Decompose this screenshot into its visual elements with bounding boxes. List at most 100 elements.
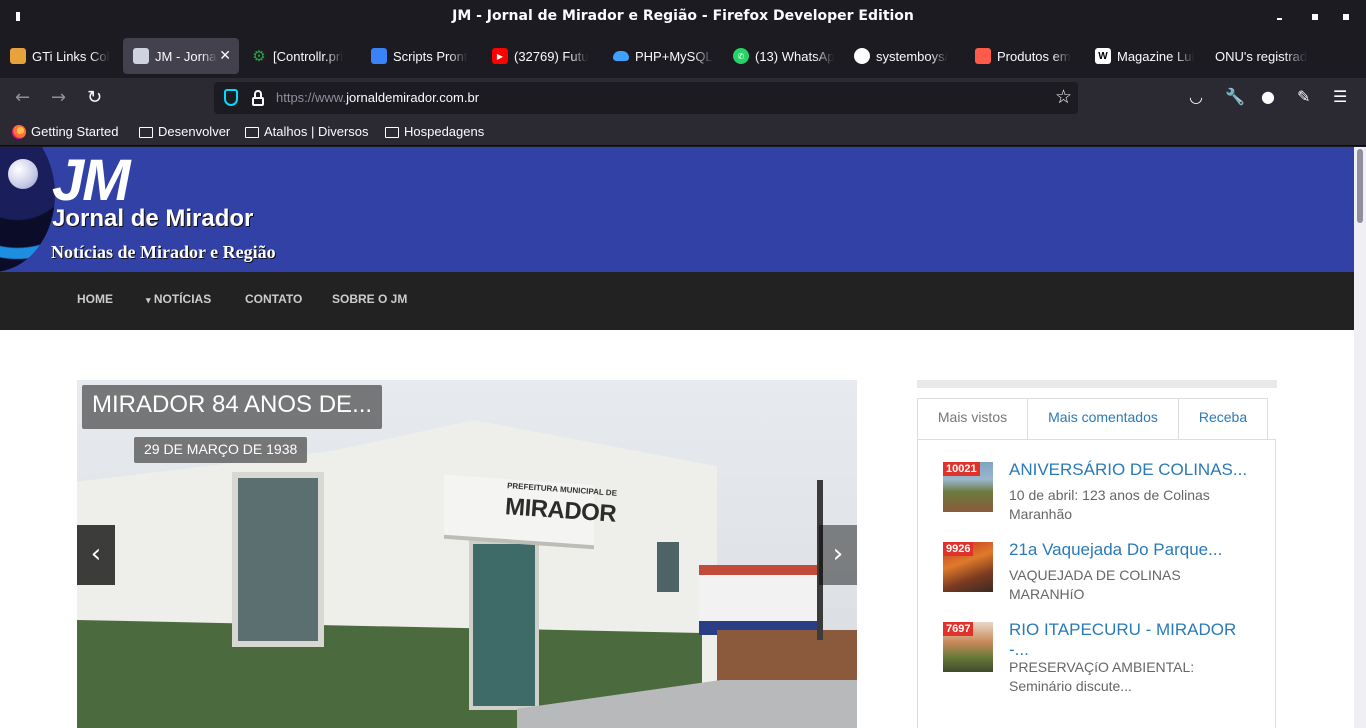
reload-button[interactable]: ↻ — [87, 88, 102, 108]
web-page: JM Jornal de Mirador Notícias de Mirador… — [0, 147, 1366, 728]
minimize-button[interactable] — [1273, 10, 1287, 24]
window-title: JM - Jornal de Mirador e Região - Firefo… — [452, 8, 914, 24]
forward-button[interactable]: → — [51, 88, 66, 108]
nav-contato[interactable]: CONTATO — [245, 292, 302, 306]
post-title-link[interactable]: RIO ITAPECURU - MIRADOR -... — [1009, 620, 1259, 660]
post-excerpt: PRESERVAÇíO AMBIENTAL: Seminário discute… — [1009, 659, 1195, 694]
slide-door — [469, 540, 539, 710]
maximize-button[interactable] — [1308, 10, 1322, 24]
folder-icon — [139, 127, 153, 138]
tab-jm-jornal[interactable]: JM - Jornal ✕ — [123, 38, 239, 74]
tab-mais-vistos[interactable]: Mais vistos — [917, 398, 1028, 440]
list-item[interactable]: 10021 ANIVERSÁRIO DE COLINAS... 10 de ab… — [943, 460, 1263, 532]
bookmark-label: Hospedagens — [404, 124, 485, 139]
sidebar-widget: Mais vistos Mais comentados Receba 10021… — [917, 380, 1277, 728]
slide-date: 29 DE MARÇO DE 1938 — [134, 437, 308, 463]
tracking-protection-shield-icon[interactable] — [224, 89, 238, 106]
tab-magazine[interactable]: W Magazine Lui — [1085, 38, 1202, 74]
bookmark-folder-hospedagens[interactable]: Hospedagens — [385, 124, 484, 139]
tab-bar: GTi Links Col JM - Jornal ✕ ⚙ [Controllr… — [0, 34, 1366, 100]
dropper-icon[interactable]: ✎ — [1297, 87, 1310, 106]
tab-produtos[interactable]: Produtos em — [965, 38, 1082, 74]
tab-mais-comentados[interactable]: Mais comentados — [1027, 398, 1179, 440]
view-count-badge: 9926 — [943, 542, 974, 556]
firefox-icon — [12, 124, 26, 139]
post-thumbnail[interactable]: 10021 — [943, 462, 993, 512]
github-icon — [854, 48, 870, 64]
post-thumbnail[interactable]: 7697 — [943, 622, 993, 672]
folder-icon — [385, 127, 399, 138]
tab-youtube[interactable]: ▶ (32769) Futu — [482, 38, 599, 74]
lock-icon[interactable] — [252, 90, 264, 106]
view-count-badge: 10021 — [943, 462, 980, 476]
list-item[interactable]: 9926 21a Vaquejada Do Parque... VAQUEJAD… — [943, 540, 1263, 612]
maximize-icon — [1312, 14, 1318, 20]
tab-controllr[interactable]: ⚙ [Controllr.pri — [241, 38, 358, 74]
bookmarks-toolbar: Getting Started Desenvolver Atalhos | Di… — [0, 118, 1366, 146]
logo-ball — [8, 159, 38, 189]
tab-label: [Controllr.pri — [273, 48, 344, 64]
post-title-link[interactable]: 21a Vaquejada Do Parque... — [1009, 540, 1259, 560]
cloud-icon — [613, 51, 629, 61]
folder-icon — [245, 127, 259, 138]
tab-label: (13) WhatsAp — [755, 48, 835, 64]
store-icon — [975, 48, 991, 64]
extension-icon[interactable]: ● — [1261, 87, 1275, 106]
wrench-icon[interactable]: 🔧 — [1225, 87, 1245, 106]
navigation-toolbar: ← → ↻ https://www.jornaldemirador.com.br… — [0, 78, 1366, 118]
slide-window — [232, 472, 324, 647]
gti-icon — [10, 48, 26, 64]
nav-noticias[interactable]: ▾ NOTÍCIAS — [146, 292, 211, 306]
bookmark-star-icon[interactable]: ☆ — [1055, 86, 1072, 108]
nav-sobre[interactable]: SOBRE O JM — [332, 292, 407, 306]
logo-name[interactable]: Jornal de Mirador — [52, 205, 253, 233]
dropdown-caret-icon: ▾ — [146, 295, 151, 305]
wikipedia-icon: W — [1095, 48, 1111, 64]
tab-github[interactable]: systemboys/ — [844, 38, 961, 74]
minimize-icon — [1277, 18, 1282, 20]
close-window-button[interactable] — [1339, 10, 1353, 24]
back-button[interactable]: ← — [15, 88, 30, 108]
tab-label: systemboys/ — [876, 48, 949, 64]
page-scrollbar[interactable] — [1354, 147, 1366, 728]
sidebar-tabs: Mais vistos Mais comentados Receba — [917, 398, 1268, 440]
tab-label: ONU's registrad — [1215, 48, 1308, 64]
jm-favicon-icon — [133, 48, 149, 64]
close-tab-icon[interactable]: ✕ — [219, 47, 231, 64]
window-titlebar: JM - Jornal de Mirador e Região - Firefo… — [0, 0, 1366, 34]
site-header: JM Jornal de Mirador Notícias de Mirador… — [0, 147, 1354, 272]
logo-tagline: Notícias de Mirador e Região — [51, 242, 276, 262]
list-item[interactable]: 7697 RIO ITAPECURU - MIRADOR -... PRESER… — [943, 620, 1263, 694]
nav-home[interactable]: HOME — [77, 292, 113, 306]
featured-slider[interactable]: PREFEITURA MUNICIPAL DE MIRADOR MIRADOR … — [77, 380, 857, 728]
hamburger-menu-icon[interactable]: ☰ — [1333, 87, 1347, 106]
pocket-icon[interactable]: ◡ — [1189, 87, 1203, 106]
bookmark-folder-desenvolver[interactable]: Desenvolver — [139, 124, 230, 139]
post-title-link[interactable]: ANIVERSÁRIO DE COLINAS... — [1009, 460, 1259, 480]
slide-caption[interactable]: MIRADOR 84 ANOS DE... — [82, 385, 383, 429]
close-icon — [1343, 14, 1349, 20]
logo-jm[interactable]: JM — [52, 147, 131, 214]
sidebar-divider — [917, 380, 1277, 388]
tab-label: GTi Links Col — [32, 48, 110, 64]
tab-whatsapp[interactable]: ✆ (13) WhatsAp — [723, 38, 840, 74]
url-bar[interactable]: https://www.jornaldemirador.com.br ☆ — [214, 82, 1078, 114]
scrollbar-thumb[interactable] — [1357, 149, 1363, 223]
slider-next-button[interactable]: › — [819, 525, 857, 585]
tab-scripts[interactable]: Scripts Pront — [361, 38, 478, 74]
tab-label: JM - Jornal — [155, 48, 217, 64]
tab-label: Magazine Lui — [1117, 48, 1195, 64]
post-thumbnail[interactable]: 9926 — [943, 542, 993, 592]
post-excerpt: 10 de abril: 123 anos de Colinas Maranhã… — [1009, 487, 1210, 522]
tab-label: PHP+MySQL — [635, 48, 713, 64]
slider-prev-button[interactable]: ‹ — [77, 525, 115, 585]
bookmark-folder-atalhos[interactable]: Atalhos | Diversos — [245, 124, 369, 139]
tab-onu[interactable]: ONU's registrad — [1205, 38, 1322, 74]
slide-street-house — [699, 565, 819, 635]
tab-php-mysql[interactable]: PHP+MySQL — [603, 38, 720, 74]
tab-gti-links[interactable]: GTi Links Col — [0, 38, 122, 74]
bookmark-getting-started[interactable]: Getting Started — [12, 124, 118, 139]
url-text[interactable]: https://www.jornaldemirador.com.br — [276, 90, 479, 105]
tab-receba[interactable]: Receba — [1178, 398, 1268, 440]
tab-label: Scripts Pront — [393, 48, 468, 64]
